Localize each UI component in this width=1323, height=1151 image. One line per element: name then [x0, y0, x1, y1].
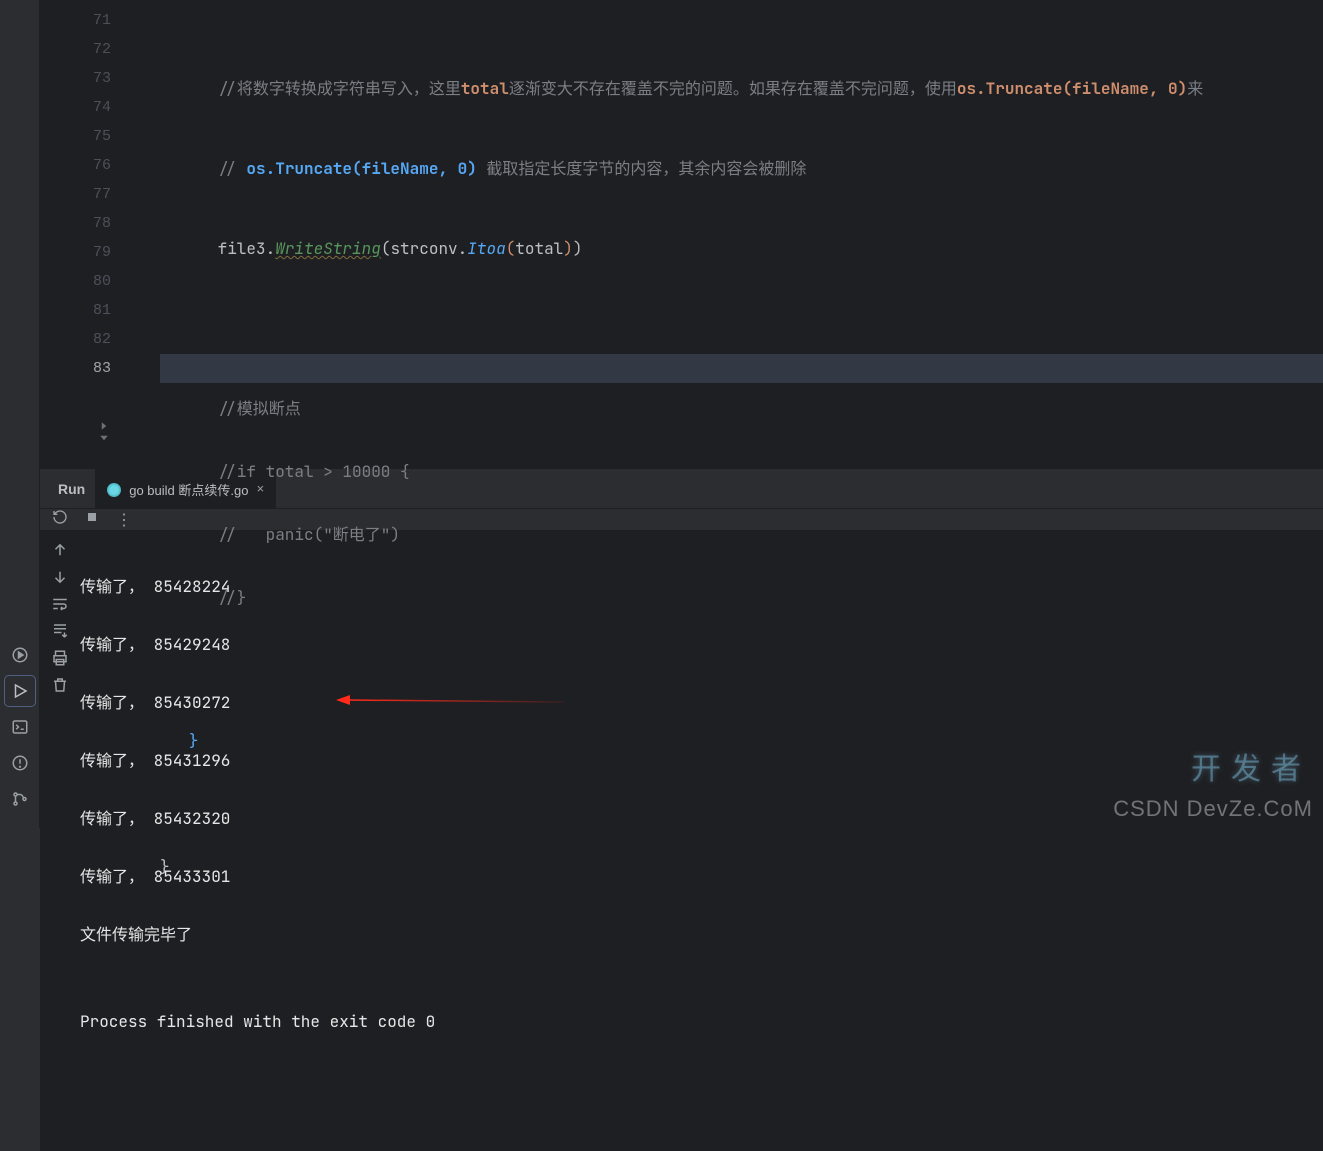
git-icon[interactable]: [5, 784, 35, 814]
code-line: [160, 314, 1323, 343]
line-number: 77: [70, 180, 125, 209]
line-number: 75: [70, 122, 125, 151]
chevron-right-icon: [98, 420, 110, 432]
editor-gutter: 71 72 73 74 75 76 77 78 79 80 81 82 83: [70, 0, 125, 468]
code-line: [160, 915, 1323, 944]
rerun-icon[interactable]: [52, 509, 68, 530]
debug-icon[interactable]: [5, 640, 35, 670]
line-number: 73: [70, 64, 125, 93]
code-content[interactable]: //将数字转换成字符串写入，这里total逐渐变大不存在覆盖不完的问题。如果存在…: [160, 0, 1323, 468]
line-number: 72: [70, 35, 125, 64]
console-line: 传输了， 85429248: [80, 630, 1323, 659]
code-line: // panic("断电了"): [160, 520, 1323, 549]
stop-icon[interactable]: [84, 509, 100, 530]
code-line: //}: [160, 583, 1323, 612]
current-line-highlight: [160, 354, 1323, 383]
line-number: 76: [70, 151, 125, 180]
editor-marker-strip: [40, 0, 70, 468]
line-number: 83: [70, 354, 125, 383]
scroll-to-end-icon[interactable]: [51, 622, 69, 645]
code-line: file3.WriteString(strconv.Itoa(total)): [160, 234, 1323, 263]
code-line: [160, 663, 1323, 692]
go-file-icon: [107, 483, 121, 497]
trash-icon[interactable]: [51, 676, 69, 699]
code-line: //将数字转换成字符串写入，这里total逐渐变大不存在覆盖不完的问题。如果存在…: [160, 74, 1323, 103]
code-line: }: [160, 852, 1323, 881]
problems-icon[interactable]: [5, 748, 35, 778]
left-tool-rail: [0, 0, 40, 828]
code-line: //if total > 10000 {: [160, 457, 1323, 486]
soft-wrap-icon[interactable]: [51, 595, 69, 618]
fold-collapse-handle[interactable]: [95, 420, 113, 460]
console-line: Process finished with the exit code 0: [80, 1007, 1323, 1036]
run-body: 传输了， 85428224 传输了， 85429248 传输了， 8543027…: [40, 531, 1323, 1151]
code-line: //模拟断点: [160, 394, 1323, 423]
print-icon[interactable]: [51, 649, 69, 672]
line-number: 71: [70, 6, 125, 35]
code-line: [160, 789, 1323, 818]
run-side-toolbar: [40, 531, 80, 1151]
up-arrow-icon[interactable]: [51, 541, 69, 564]
down-arrow-icon[interactable]: [51, 568, 69, 591]
console-output[interactable]: 传输了， 85428224 传输了， 85429248 传输了， 8543027…: [80, 531, 1323, 1151]
line-number: 74: [70, 93, 125, 122]
line-number: 82: [70, 325, 125, 354]
terminal-icon[interactable]: [5, 712, 35, 742]
line-number: 79: [70, 238, 125, 267]
console-line: 传输了， 85430272: [80, 688, 1323, 717]
run-anything-icon[interactable]: [5, 676, 35, 706]
run-panel-title: Run: [48, 481, 95, 497]
line-number: 81: [70, 296, 125, 325]
chevron-down-icon: [98, 432, 110, 444]
code-line: // os.Truncate(fileName, 0) 截取指定长度字节的内容，…: [160, 154, 1323, 183]
code-line: }: [160, 726, 1323, 755]
more-icon[interactable]: ⋮: [116, 510, 134, 530]
line-number: 80: [70, 267, 125, 296]
editor-indent-guides: [125, 0, 160, 468]
line-number: 78: [70, 209, 125, 238]
code-editor[interactable]: 71 72 73 74 75 76 77 78 79 80 81 82 83 /…: [40, 0, 1323, 468]
